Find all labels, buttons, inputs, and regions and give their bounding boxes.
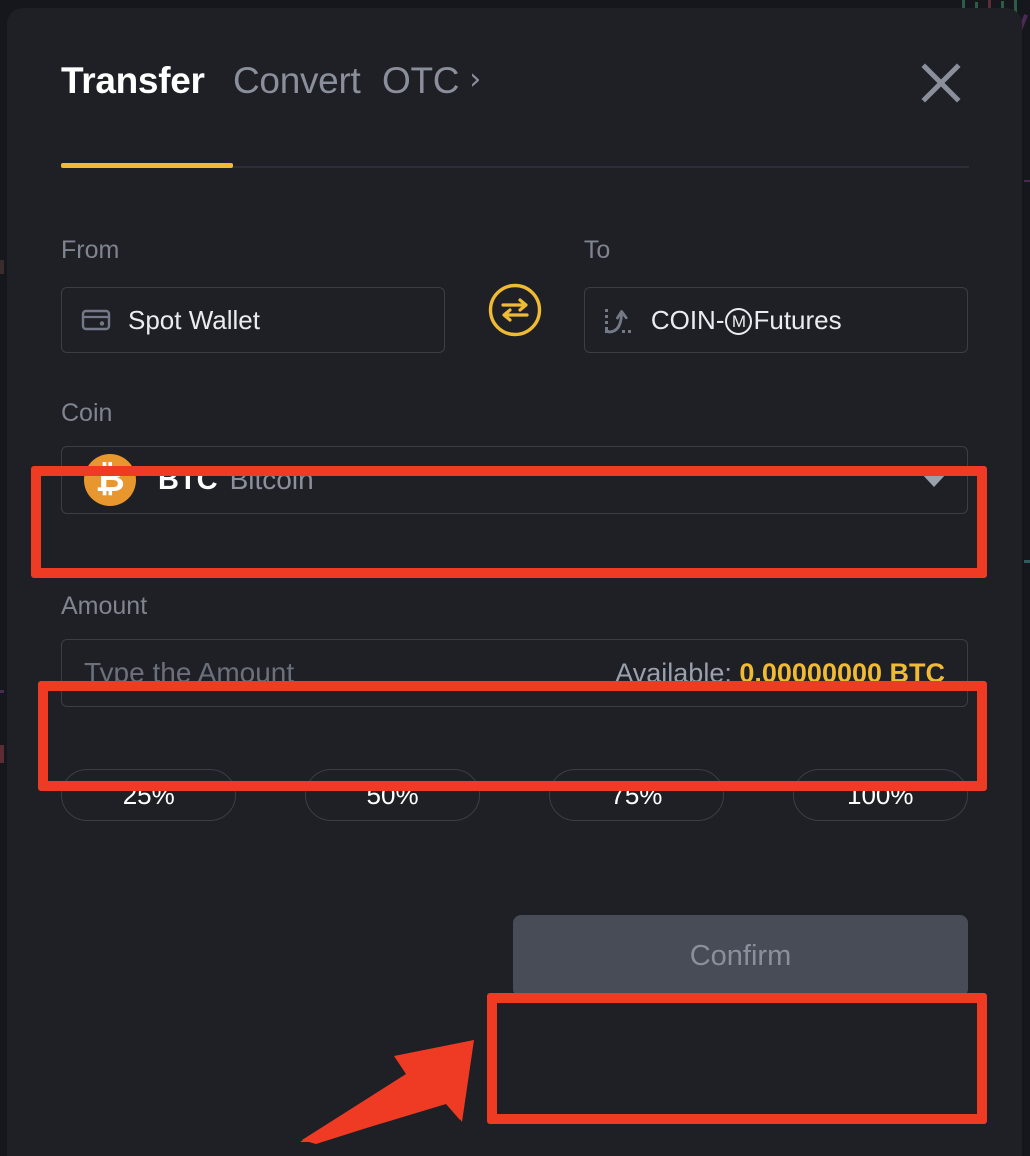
tab-convert-label: Convert [233,60,361,101]
percent-button-75[interactable]: 75% [548,769,725,821]
tab-active-indicator [61,163,233,168]
from-label: From [61,236,120,264]
from-to-row: From Spot Wallet To COIN- M Futures [61,236,968,353]
to-wallet-value: COIN- M Futures [651,305,842,336]
to-wallet-value-prefix: COIN- [650,304,725,335]
percent-button-100[interactable]: 100% [792,769,968,821]
coin-margined-badge: M [725,307,753,335]
chevron-right-icon: › [469,62,481,97]
wallet-icon [80,304,112,336]
to-wallet-value-suffix: Futures [753,304,842,335]
coin-group: Coin ₿ BTC Bitcoin [61,399,968,514]
tab-transfer-label: Transfer [61,60,205,101]
chevron-down-icon[interactable] [921,473,947,487]
to-label: To [583,236,611,264]
coin-name: Bitcoin [229,464,314,495]
amount-label: Amount [61,592,148,620]
transfer-modal: Transfer Convert OTC › From Spot Wallet … [7,8,1022,1156]
amount-group: Amount Available: 0.00000000 BTC [61,592,968,707]
swap-direction-wrap [445,282,584,353]
available-balance-value: 0.00000000 BTC [739,657,945,688]
tab-convert[interactable]: Convert [233,60,382,102]
confirm-button[interactable]: Confirm [513,915,968,997]
swap-arrows-icon[interactable] [487,282,543,338]
amount-field-wrap[interactable]: Available: 0.00000000 BTC [61,639,968,707]
from-wallet-value: Spot Wallet [128,304,260,335]
to-group: To COIN- M Futures [583,236,968,353]
modal-tabbar: Transfer Convert OTC › [61,8,970,168]
futures-chart-icon [603,304,635,336]
to-wallet-select[interactable]: COIN- M Futures [583,287,968,353]
coin-label: Coin [61,399,113,427]
coin-symbol: BTC [158,463,218,496]
amount-input[interactable] [84,657,602,689]
percent-button-25[interactable]: 25% [61,769,237,821]
percent-button-row: 25% 50% 75% 100% [61,769,968,821]
tab-otc-label: OTC [382,60,460,101]
percent-button-50[interactable]: 50% [304,769,481,821]
close-icon[interactable] [912,54,970,112]
bitcoin-logo-icon: ₿ [84,454,136,506]
available-balance: Available: 0.00000000 BTC [615,658,945,689]
from-wallet-select[interactable]: Spot Wallet [61,287,446,353]
coin-selector[interactable]: ₿ BTC Bitcoin [61,446,968,514]
available-balance-label: Available: [615,657,732,688]
confirm-row: Confirm [61,915,968,997]
from-group: From Spot Wallet [61,236,446,353]
tab-transfer[interactable]: Transfer [61,60,233,102]
tab-list: Transfer Convert OTC › [61,8,968,102]
tab-otc[interactable]: OTC › [382,60,481,102]
